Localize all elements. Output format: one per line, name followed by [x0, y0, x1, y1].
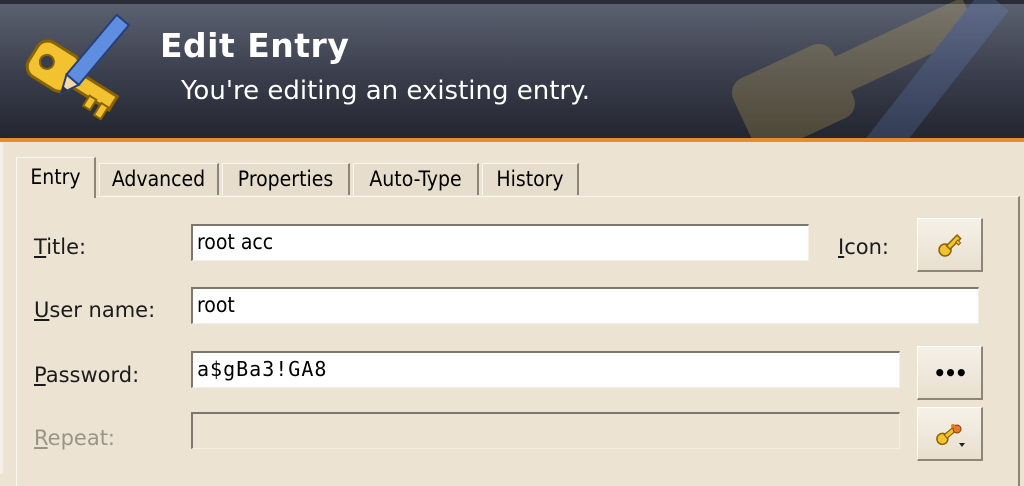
tab-history-label: History — [496, 167, 564, 191]
password-generator-button[interactable] — [917, 407, 983, 461]
icon-picker-button[interactable] — [917, 218, 983, 272]
tab-entry-label: Entry — [30, 165, 81, 189]
repeat-label-mnemonic: R — [34, 426, 48, 450]
tab-properties[interactable]: Properties — [222, 163, 350, 195]
repeat-label: Repeat: — [34, 426, 115, 450]
title-field[interactable]: root acc — [191, 224, 809, 261]
tab-auto-type-label: Auto-Type — [369, 167, 462, 191]
password-label-text: assword: — [45, 363, 140, 387]
password-generator-icon — [935, 423, 965, 447]
title-label: Title: — [34, 235, 86, 259]
repeat-password-field[interactable] — [191, 412, 900, 449]
title-label-text: itle: — [46, 235, 87, 259]
username-label: User name: — [34, 298, 155, 322]
password-field[interactable]: a$gBa3!GA8 — [191, 351, 900, 388]
tab-entry[interactable]: Entry — [16, 157, 96, 198]
icon-label: Icon: — [838, 235, 889, 259]
tab-advanced[interactable]: Advanced — [99, 163, 219, 195]
password-label-mnemonic: P — [34, 363, 46, 387]
show-password-dots: ••• — [933, 360, 967, 385]
banner-watermark-icon — [731, 0, 1009, 138]
show-password-button[interactable]: ••• — [917, 346, 983, 400]
tab-history[interactable]: History — [482, 163, 579, 195]
dialog-title: Edit Entry — [160, 26, 350, 65]
key-icon — [937, 233, 962, 257]
dialog-banner: Edit Entry You're editing an existing en… — [0, 0, 1024, 138]
password-label: Password: — [34, 363, 139, 387]
title-label-mnemonic: T — [34, 235, 47, 259]
repeat-label-text: epeat: — [47, 426, 116, 450]
tab-advanced-label: Advanced — [111, 167, 206, 191]
username-label-text: ser name: — [49, 298, 156, 322]
dialog-left-border — [0, 142, 3, 474]
tab-properties-label: Properties — [237, 167, 334, 191]
icon-label-text: con: — [844, 235, 889, 259]
username-label-mnemonic: U — [34, 298, 50, 322]
username-field[interactable]: root — [191, 287, 979, 324]
dialog-subtitle: You're editing an existing entry. — [181, 76, 591, 106]
key-pencil-icon — [25, 14, 131, 121]
tab-auto-type[interactable]: Auto-Type — [353, 163, 479, 195]
